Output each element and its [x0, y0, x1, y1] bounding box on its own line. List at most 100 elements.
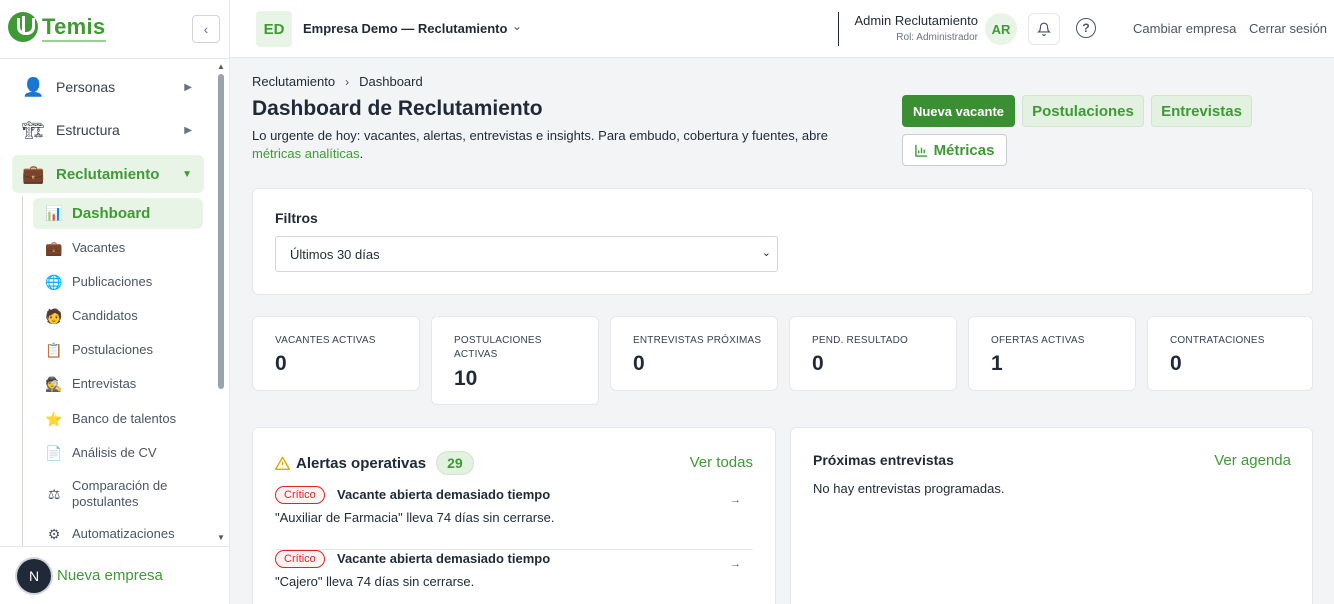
building-icon: 🏗 [22, 119, 45, 140]
upcoming-interviews-card: Próximas entrevistas Ver agenda No hay e… [790, 427, 1313, 604]
sidebar-subitem-dashboard[interactable]: 📊 Dashboard [33, 198, 203, 229]
kpi-label: Contrataciones [1170, 335, 1265, 346]
scroll-up-icon[interactable]: ▲ [216, 62, 226, 71]
kpi-card: Ofertas activas 1 [968, 316, 1136, 391]
sidebar-subitem-analisis-de-cv[interactable]: 📄 Análisis de CV [33, 438, 203, 468]
sidebar-scrollbar[interactable]: ▲ ▼ [216, 62, 226, 542]
page-description: Lo urgente de hoy: vacantes, alertas, en… [252, 127, 872, 163]
collapse-sidebar-button[interactable]: ‹ [192, 15, 220, 43]
breadcrumb-current: Dashboard [359, 74, 423, 89]
alerts-header: Alertas operativas 29 [275, 451, 474, 475]
chevron-left-icon: ‹ [203, 21, 209, 37]
company-selector[interactable]: Empresa Demo — Reclutamiento [303, 21, 507, 36]
critical-badge: Crítico [275, 486, 325, 504]
kpi-value: 0 [633, 352, 645, 375]
arrow-right-icon[interactable]: → [730, 558, 741, 570]
view-all-alerts-link[interactable]: Ver todas [690, 454, 753, 471]
chevron-down-icon: ⌄ [761, 247, 771, 259]
sidebar-subitem-automatizaciones[interactable]: ⚙ Automatizaciones [33, 519, 203, 549]
kpi-value: 10 [454, 367, 478, 390]
interviews-button[interactable]: Entrevistas [1151, 95, 1252, 127]
change-company-link[interactable]: Cambiar empresa [1133, 21, 1236, 36]
arrow-right-icon[interactable]: → [730, 494, 741, 506]
kpi-value: 1 [991, 352, 1003, 375]
sidebar-divider [0, 58, 230, 59]
sidebar-subitem-candidatos[interactable]: 🧑 Candidatos [33, 301, 203, 331]
sidebar-item-reclutamiento[interactable]: 💼 Reclutamiento ▼ [12, 155, 204, 193]
gear-icon: ⚙ [47, 525, 61, 542]
scroll-down-icon[interactable]: ▼ [216, 533, 226, 542]
filters-title: Filtros [275, 210, 318, 226]
sidebar-subitem-banco-de-talentos[interactable]: ⭐ Banco de talentos [33, 404, 203, 434]
sidebar-subitem-publicaciones[interactable]: 🌐 Publicaciones [33, 267, 203, 297]
star-icon: ⭐ [45, 410, 63, 427]
analytics-metrics-link[interactable]: métricas analíticas [252, 146, 360, 161]
sidebar-item-estructura[interactable]: 🏗 Estructura ▶ [12, 112, 204, 148]
kpi-label: Vacantes activas [275, 335, 376, 346]
period-select[interactable]: Últimos 30 días ⌄ [275, 236, 778, 272]
logout-link[interactable]: Cerrar sesión [1249, 21, 1327, 36]
bar-chart-icon [914, 144, 927, 157]
kpi-card: Vacantes activas 0 [252, 316, 420, 391]
new-vacancy-button[interactable]: Nueva vacante [902, 95, 1015, 127]
logo-tagline-bar [42, 40, 106, 42]
sidebar-item-label: Personas [56, 79, 116, 95]
user-divider [838, 12, 839, 46]
alert-item[interactable]: Crítico Vacante abierta demasiado tiempo… [275, 550, 753, 604]
sidebar: Temis ‹ 👤 Personas ▶ 🏗 Estructura ▶ 💼 Re… [0, 0, 230, 604]
breadcrumb-root[interactable]: Reclutamiento [252, 74, 335, 89]
applications-button[interactable]: Postulaciones [1022, 95, 1144, 127]
sidebar-subitem-label: Automatizaciones [72, 526, 175, 541]
user-avatar[interactable]: AR [985, 13, 1017, 45]
filters-card: Filtros Últimos 30 días ⌄ [252, 188, 1313, 295]
breadcrumb: Reclutamiento › Dashboard [252, 74, 423, 89]
kpi-label: Entrevistas próximas [633, 335, 762, 346]
metrics-button[interactable]: Métricas [902, 134, 1007, 166]
help-icon[interactable]: ? [1076, 18, 1096, 38]
notifications-button[interactable] [1028, 13, 1060, 45]
sidebar-subitem-vacantes[interactable]: 💼 Vacantes [33, 233, 203, 263]
sidebar-item-personas[interactable]: 👤 Personas ▶ [12, 69, 204, 105]
clipboard-icon: 📋 [45, 341, 63, 358]
logo[interactable]: Temis [8, 12, 105, 42]
page-title: Dashboard de Reclutamiento [252, 97, 543, 120]
alert-title: Vacante abierta demasiado tiempo [337, 551, 551, 566]
sidebar-subitem-postulaciones[interactable]: 📋 Postulaciones [33, 335, 203, 365]
avatar[interactable]: N [17, 558, 51, 593]
collapse-arrow-icon: ▼ [182, 168, 192, 180]
alert-description: "Cajero" lleva 74 días sin cerrarse. [275, 574, 475, 589]
critical-badge: Crítico [275, 550, 325, 568]
period-select-value: Últimos 30 días [290, 246, 380, 262]
scrollbar-thumb[interactable] [218, 74, 224, 389]
sidebar-subitem-entrevistas[interactable]: 🕵 Entrevistas [33, 369, 203, 399]
sidebar-subitem-label: Dashboard [72, 204, 151, 222]
sidebar-item-label: Reclutamiento [56, 165, 160, 183]
globe-icon: 🌐 [45, 273, 63, 290]
kpi-value: 0 [275, 352, 287, 375]
view-agenda-link[interactable]: Ver agenda [1214, 452, 1291, 469]
metrics-button-label: Métricas [933, 141, 995, 159]
sidebar-item-label: Estructura [56, 122, 120, 138]
brand-name: Temis [42, 14, 106, 39]
upcoming-interviews-title: Próximas entrevistas [813, 452, 954, 468]
alerts-title: Alertas operativas [296, 454, 427, 472]
kpi-card: Entrevistas próximas 0 [610, 316, 778, 391]
kpi-label: Postulaciones activas [454, 335, 542, 360]
face-icon: 🧑 [45, 307, 63, 324]
expand-arrow-icon: ▶ [184, 124, 192, 136]
sidebar-subitem-comparacion[interactable]: ⚖ Comparación de postulantes [33, 476, 203, 512]
new-company-button[interactable]: Nueva empresa [57, 567, 163, 584]
sidebar-subitem-label: Entrevistas [72, 376, 137, 391]
alert-item[interactable]: Crítico Vacante abierta demasiado tiempo… [275, 486, 753, 550]
sidebar-subitem-label: Banco de talentos [72, 411, 177, 426]
company-avatar[interactable]: ED [256, 11, 292, 47]
page-description-end: . [359, 146, 364, 161]
chevron-down-icon[interactable]: ⌄ [512, 19, 522, 33]
interviewer-icon: 🕵 [45, 375, 63, 392]
user-role: Rol: Administrador [896, 32, 978, 43]
kpi-value: 0 [812, 352, 824, 375]
chart-icon: 📊 [45, 205, 63, 221]
person-icon: 👤 [22, 76, 45, 97]
sidebar-subitem-label: Publicaciones [72, 274, 153, 289]
kpi-value: 0 [1170, 352, 1182, 375]
